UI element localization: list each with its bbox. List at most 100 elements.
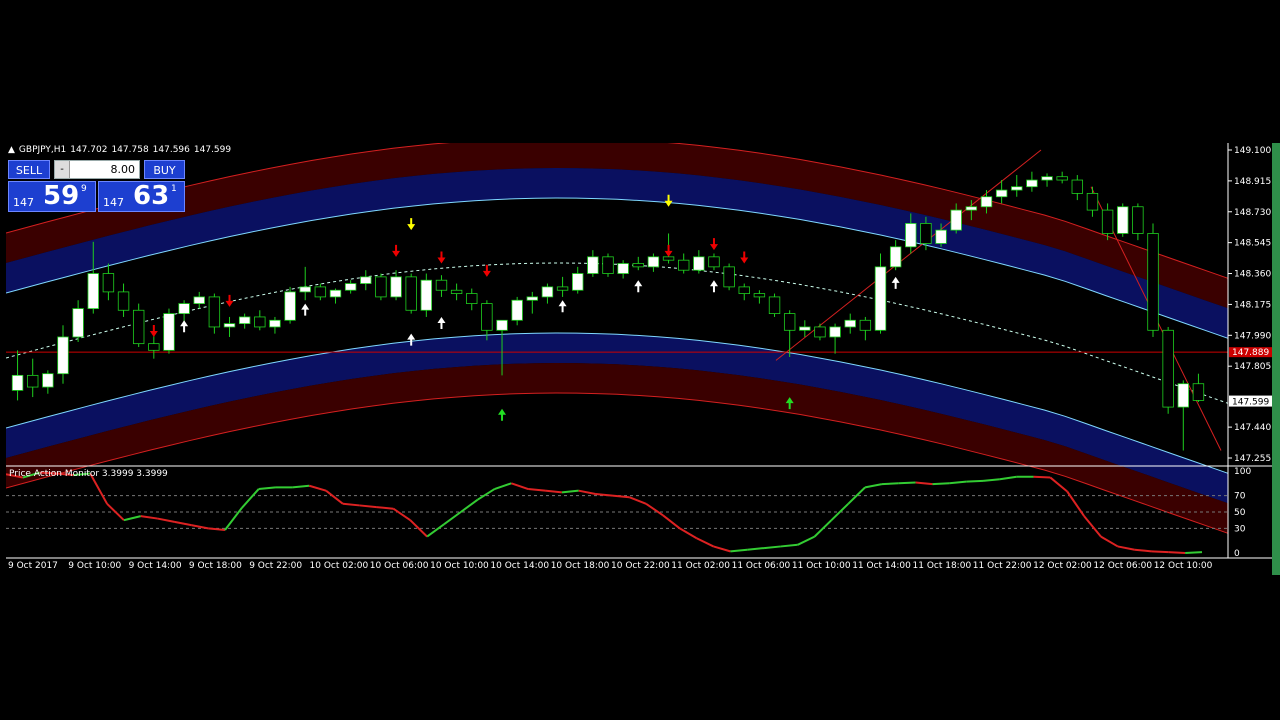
buy-signal-arrow [180,320,189,333]
lot-decrease-button[interactable]: - [55,161,70,178]
close-value: 147.599 [193,145,232,155]
candle-body [677,259,690,271]
candle-body [556,286,569,291]
oscillator-segment [342,502,360,507]
candle-body [965,206,978,211]
sell-signal-arrow [225,294,234,307]
candle-body [1132,206,1144,234]
oscillator-segment [780,543,798,548]
candle-body [1041,176,1053,181]
candle-body [1192,383,1205,401]
price-chart[interactable]: 149.100 148.915 148.730 148.545 148.360 148.1… [5,137,1276,575]
candle-body [42,373,54,388]
oscillator-segment [595,492,613,497]
oscillator-segment [157,517,175,523]
price-tick-label: 148.915 [1234,177,1271,187]
candle-body [329,289,342,298]
time-axis-label: 11 Oct 02:00 [671,561,730,571]
oscillator-segment [763,545,781,550]
candle-body [980,196,993,208]
oscillator-segment [898,481,916,485]
candle-body [360,276,372,284]
candle-body [587,256,599,274]
oscillator-segment [628,496,647,505]
oscillator-segment [864,483,883,489]
candle-body [238,316,251,325]
buy-quote-pips: 63 [133,181,170,211]
indicator-label: Price Action Monitor 3.3999 3.3999 [9,469,168,479]
buy-quote-prefix: 147 [103,196,124,209]
candle-body [1162,329,1174,408]
candle-body [178,303,190,314]
oscillator-segment [392,507,411,522]
oscillator-segment [1033,475,1051,479]
oscillator-segment [561,489,579,494]
candle-body [693,256,705,271]
price-tick-label: 149.100 [1234,146,1271,156]
sell-button[interactable]: SELL [8,160,50,179]
candle-body [617,263,629,274]
oscillator-segment [359,504,377,509]
price-tick-label: 147.440 [1234,423,1271,433]
current-price-label: 147.599 [1232,398,1269,408]
candle-body [844,319,856,328]
symbol-triangle-icon[interactable]: ▲ [8,145,15,155]
oscillator-segment [730,548,748,553]
oscillator-segment [1100,535,1119,548]
oscillator-segment [443,511,462,526]
oscillator-segment [477,488,496,501]
oscillator-segment [460,498,479,513]
oscillator-segment [679,527,698,540]
buy-button[interactable]: BUY [144,160,185,179]
high-value: 147.758 [111,145,149,155]
candle-body [481,303,493,331]
candle-body [829,326,841,338]
candle-body [193,296,205,304]
sell-signal-arrow [709,238,718,251]
oscillator-segment [544,489,562,494]
buy-signal-arrow [558,300,567,313]
price-tick-label: 147.990 [1234,331,1271,341]
chart-area[interactable]: 149.100 148.915 148.730 148.545 148.360 148.1… [5,137,1276,575]
candle-body [148,343,160,351]
buy-signal-arrow [437,316,446,329]
candle-body [496,319,508,331]
bid-label: 147.889 [1232,348,1269,358]
symbol-name: GBPJPY,H1 [18,145,67,155]
candle-body [163,313,175,351]
candle-body [768,296,781,314]
candle-body [299,286,311,293]
sell-signal-arrow [664,244,673,257]
candle-body [344,283,357,291]
price-tick-label: 147.255 [1234,454,1271,464]
candle-body [753,293,766,298]
candle-body [859,319,872,331]
oscillator-segment [797,535,816,546]
price-tick-label: 148.360 [1234,270,1271,280]
oscillator-segment [696,537,714,548]
sell-quote[interactable]: 147 59 9 [8,181,96,212]
time-axis-label: 11 Oct 22:00 [973,561,1032,571]
oscillator-segment [325,489,344,505]
time-axis-label: 10 Oct 02:00 [310,561,369,571]
time-axis-label: 9 Oct 22:00 [249,561,302,571]
candle-body [420,279,433,311]
lot-size-input[interactable]: - 8.00 [54,160,140,179]
candle-body [102,273,115,293]
price-tick-label: 148.730 [1234,208,1271,218]
symbol-header: ▲ GBPJPY,H1 147.702 147.758 147.596 147.599 [8,145,235,155]
candle-body [1056,176,1068,181]
buy-quote[interactable]: 147 63 1 [98,181,185,212]
buy-signal-arrow [498,408,507,421]
indicator-level-label: 70 [1234,492,1246,502]
time-axis-label: 12 Oct 02:00 [1033,561,1092,571]
candle-body [723,266,735,288]
time-axis: 9 Oct 2017 9 Oct 10:00 9 Oct 14:00 9 Oct 18… [8,561,1213,571]
oscillator-segment [1151,550,1169,554]
time-axis-label: 10 Oct 22:00 [611,561,670,571]
oscillator-segment [847,486,866,505]
oscillator-segment [409,519,428,538]
low-value: 147.596 [152,145,190,155]
oscillator-segment [494,482,512,490]
lot-value[interactable]: 8.00 [73,161,136,178]
